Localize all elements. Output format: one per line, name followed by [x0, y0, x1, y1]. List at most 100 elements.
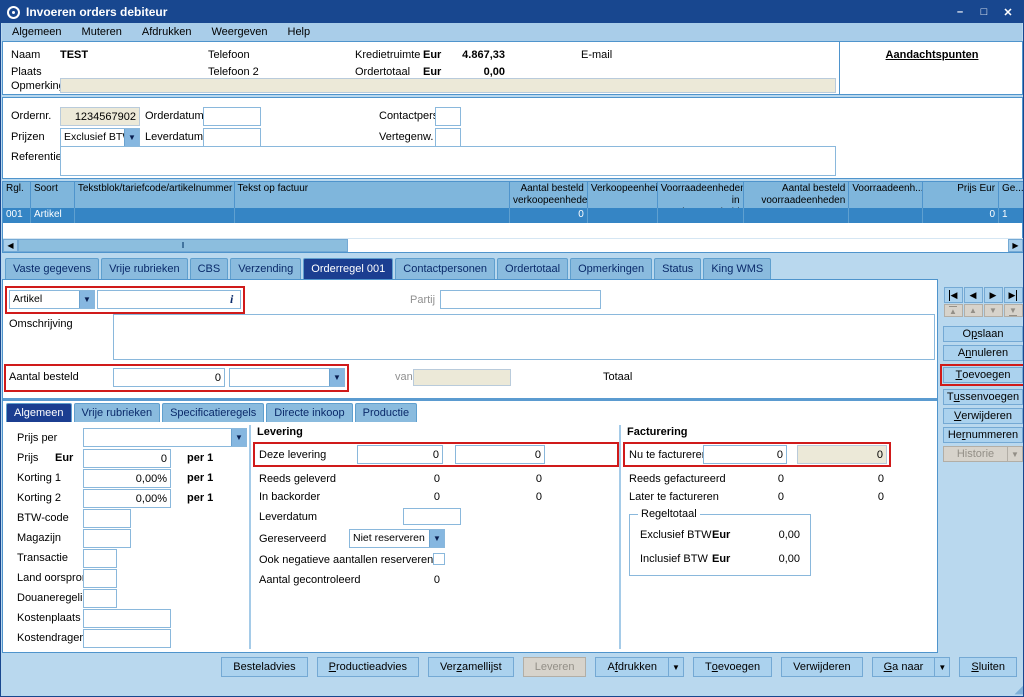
ordernr-field — [60, 107, 140, 126]
grid-selected-row[interactable]: 001 Artikel 0 0 1 — [3, 208, 1023, 223]
land-oorsprong-input[interactable] — [83, 569, 117, 588]
korting1-input[interactable] — [83, 469, 171, 488]
vertegenw-field[interactable] — [435, 128, 461, 147]
subtab-directe-inkoop[interactable]: Directe inkoop — [266, 403, 352, 422]
kostendrager-input[interactable] — [83, 629, 171, 648]
close-icon[interactable]: ✕ — [999, 6, 1017, 19]
prijs-per-select[interactable]: ▼ — [83, 428, 247, 447]
verwijderen-button[interactable]: Verwijderen — [943, 408, 1023, 424]
subtab-algemeen[interactable]: Algemeen — [6, 403, 72, 422]
menu-muteren[interactable]: Muteren — [72, 23, 132, 41]
verwijderen-bottom-button[interactable]: Verwijderen — [781, 657, 863, 677]
artikel-input[interactable] — [97, 290, 241, 309]
verzamellijst-button[interactable]: Verzamellijst — [428, 657, 514, 677]
soort-value: Artikel — [10, 291, 79, 308]
afdrukken-button[interactable]: Afdrukken — [595, 657, 669, 677]
eenheid-select[interactable]: ▼ — [229, 368, 345, 387]
kostenplaats-input[interactable] — [83, 609, 171, 628]
chevron-down-icon: ▼ — [429, 530, 444, 547]
subtab-specificatieregels[interactable]: Specificatieregels — [162, 403, 264, 422]
prijzen-label: Prijzen — [11, 131, 45, 144]
sluiten-button[interactable]: Sluiten — [959, 657, 1017, 677]
cell-rgl: 001 — [3, 208, 31, 223]
scroll-right-icon[interactable]: ▶ — [1008, 239, 1023, 252]
nu-te-factureren-label: Nu te factureren — [629, 449, 708, 462]
chevron-down-icon: ▼ — [231, 429, 246, 446]
leverdatum-field[interactable] — [203, 128, 261, 147]
subtab-productie[interactable]: Productie — [355, 403, 417, 422]
tab-verzending[interactable]: Verzending — [230, 258, 301, 279]
nu-te-factureren-input-2 — [797, 445, 887, 464]
annuleren-button[interactable]: Annuleren — [943, 345, 1023, 361]
toevoegen-button[interactable]: Toevoegen — [943, 367, 1023, 383]
korting2-input[interactable] — [83, 489, 171, 508]
tussenvoegen-button[interactable]: Tussenvoegen — [943, 389, 1023, 405]
facturering-title: Facturering — [627, 426, 688, 439]
opslaan-button[interactable]: Opslaan — [943, 326, 1023, 342]
levering-leverdatum-field[interactable] — [403, 508, 461, 525]
orderdatum-field[interactable] — [203, 107, 261, 126]
previous-record-button[interactable]: ◀ — [964, 287, 983, 303]
soort-select[interactable]: Artikel ▼ — [9, 290, 95, 309]
hernummeren-button[interactable]: Hernummeren — [943, 427, 1023, 443]
tab-status[interactable]: Status — [654, 258, 701, 279]
productieadvies-button[interactable]: Productieadvies — [317, 657, 419, 677]
menu-algemeen[interactable]: Algemeen — [2, 23, 72, 41]
partij-field[interactable] — [440, 290, 601, 309]
minimize-icon[interactable]: – — [951, 6, 969, 18]
orderlines-grid: Rgl. Soort Tekstblok/tariefcode/artikeln… — [2, 181, 1023, 253]
grid-hscrollbar[interactable]: ◀ ‖ ▶ — [3, 238, 1023, 252]
nav-first-icon: ◀ — [949, 290, 958, 301]
menu-help[interactable]: Help — [278, 23, 321, 41]
tab-vrije-rubrieken[interactable]: Vrije rubrieken — [101, 258, 188, 279]
scrollbar-track[interactable] — [348, 239, 1008, 252]
nu-te-factureren-input-1[interactable] — [703, 445, 787, 464]
tab-cbs[interactable]: CBS — [190, 258, 229, 279]
scrollbar-thumb[interactable]: ‖ — [18, 239, 348, 252]
omschrijving-field[interactable] — [113, 314, 935, 360]
magazijn-input[interactable] — [83, 529, 131, 548]
btw-code-input[interactable] — [83, 509, 131, 528]
aantal-besteld-input[interactable] — [113, 368, 225, 387]
deze-levering-input-2[interactable] — [455, 445, 545, 464]
prijs-input[interactable] — [83, 449, 171, 468]
later-te-factureren-value-1: 0 — [703, 491, 784, 504]
tab-ordertotaal[interactable]: Ordertotaal — [497, 258, 568, 279]
record-nav-buttons: ◀ ◀ ▶ ▶ — [944, 287, 1023, 303]
cell-aantal-verkoopeenheden: 0 — [510, 208, 588, 223]
douaneregeling-input[interactable] — [83, 589, 117, 608]
next-record-button[interactable]: ▶ — [984, 287, 1003, 303]
info-icon[interactable]: i — [230, 292, 233, 307]
deze-levering-input-1[interactable] — [357, 445, 443, 464]
menu-weergeven[interactable]: Weergeven — [201, 23, 277, 41]
negatieve-aantallen-checkbox[interactable] — [433, 553, 445, 565]
tab-opmerkingen[interactable]: Opmerkingen — [570, 258, 652, 279]
scroll-left-icon[interactable]: ◀ — [3, 239, 18, 252]
maximize-icon[interactable]: □ — [975, 6, 993, 18]
status-strip: ◢ — [1, 681, 1024, 697]
afdrukken-dropdown-icon[interactable]: ▼ — [668, 657, 684, 677]
referentie-field[interactable] — [60, 146, 836, 176]
besteladvies-button[interactable]: Besteladvies — [221, 657, 307, 677]
prijzen-select[interactable]: Exclusief BTW ▼ — [60, 128, 140, 147]
col-ge: Ge... — [999, 182, 1023, 208]
contactpers-field[interactable] — [435, 107, 461, 126]
ga-naar-button[interactable]: Ga naar — [872, 657, 936, 677]
order-header-panel: Ordernr. Orderdatum Contactpers. Prijzen… — [2, 97, 1023, 179]
cell-prijs: 0 — [923, 208, 999, 223]
subtab-vrije-rubrieken[interactable]: Vrije rubrieken — [74, 403, 161, 422]
tab-contactpersonen[interactable]: Contactpersonen — [395, 258, 495, 279]
first-record-button[interactable]: ◀ — [944, 287, 963, 303]
tab-king-wms[interactable]: King WMS — [703, 258, 771, 279]
gereserveerd-select[interactable]: Niet reserveren ▼ — [349, 529, 445, 548]
tab-vaste-gegevens[interactable]: Vaste gegevens — [5, 258, 99, 279]
move-top-icon: ▲ — [949, 306, 957, 316]
toevoegen-bottom-button[interactable]: Toevoegen — [693, 657, 772, 677]
ga-naar-dropdown-icon[interactable]: ▼ — [934, 657, 950, 677]
transactie-input[interactable] — [83, 549, 117, 568]
last-record-button[interactable]: ▶ — [1004, 287, 1023, 303]
tab-orderregel-001[interactable]: Orderregel 001 — [303, 258, 393, 279]
menu-afdrukken[interactable]: Afdrukken — [132, 23, 202, 41]
resize-grip-icon[interactable]: ◢ — [1015, 683, 1023, 696]
aandachtspunten-link[interactable]: Aandachtspunten — [839, 49, 1024, 62]
